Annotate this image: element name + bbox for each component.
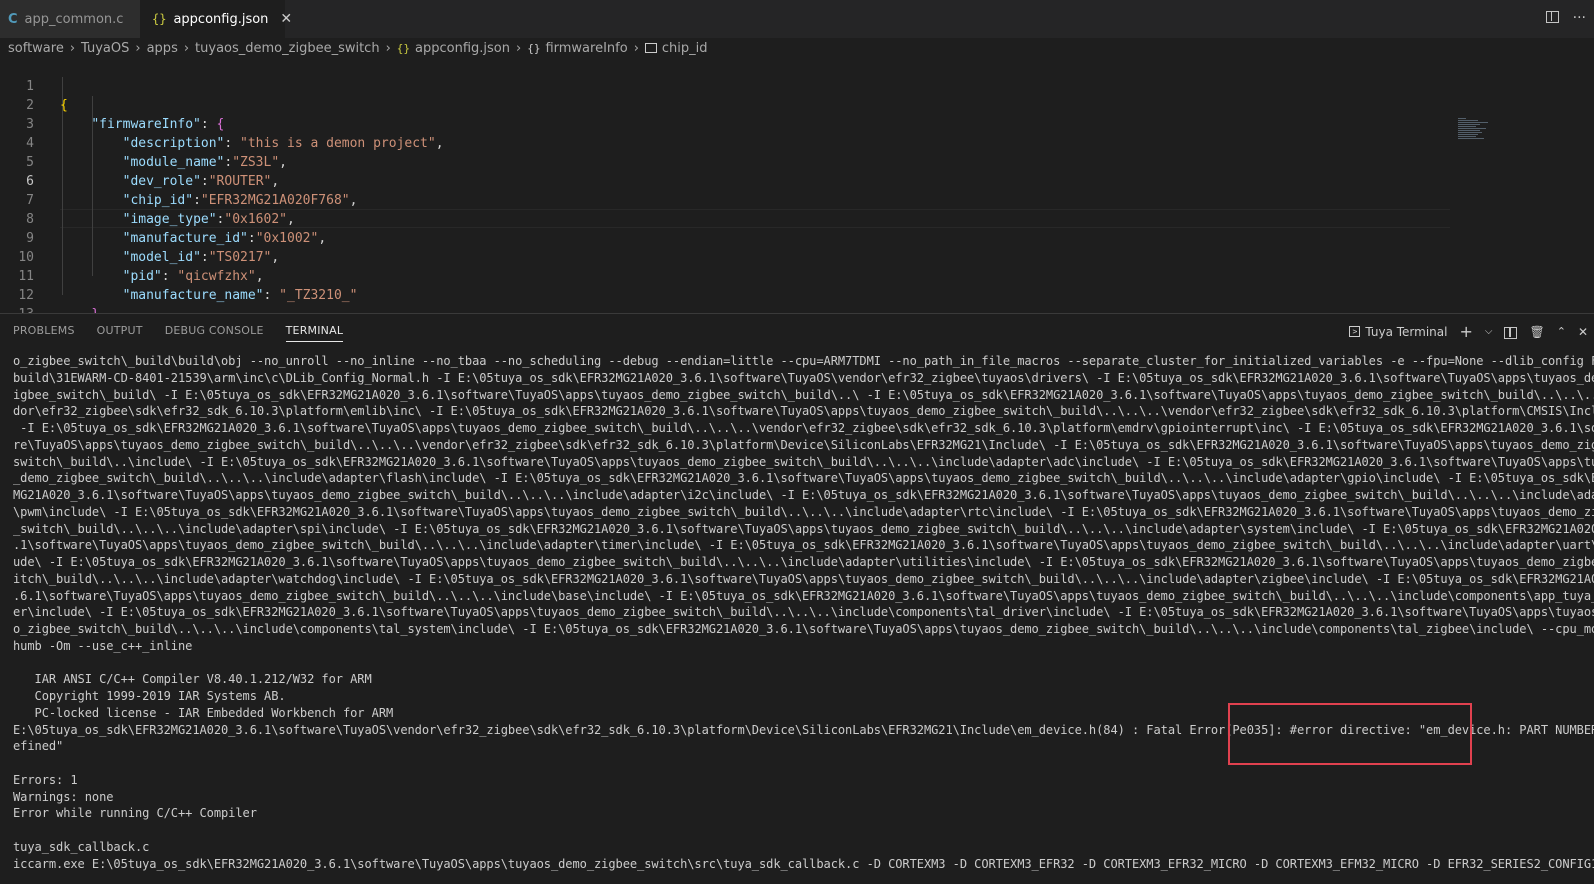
breadcrumb-separator: › <box>135 40 141 56</box>
breadcrumb-separator: › <box>516 40 522 56</box>
breadcrumb-item[interactable]: software <box>8 41 64 56</box>
code-line: 4 "module_name":"ZS3L", <box>0 115 287 170</box>
breadcrumb-item[interactable]: chip_id <box>662 41 708 56</box>
json-value: "ROUTER" <box>208 174 272 189</box>
chevron-down-icon[interactable]: ⌵ <box>1485 326 1493 337</box>
bottom-panel: PROBLEMS OUTPUT DEBUG CONSOLE TERMINAL >… <box>0 313 1594 884</box>
tab-output[interactable]: OUTPUT <box>97 324 143 342</box>
json-value: "TS0217" <box>208 250 272 265</box>
json-file-icon: {} <box>396 41 411 55</box>
json-value: "qicwfzhx" <box>177 269 256 284</box>
json-value: "0x1602" <box>224 212 287 227</box>
close-icon[interactable]: ✕ <box>280 11 292 27</box>
tab-app-common-c[interactable]: C app_common.c <box>0 0 140 38</box>
json-key: "pid" <box>122 269 162 284</box>
breadcrumb-item[interactable]: TuyaOS <box>81 41 129 56</box>
editor-actions: ··· <box>1545 10 1586 26</box>
terminal-icon: > <box>1349 326 1361 337</box>
json-key: "manufacture_name" <box>122 288 264 303</box>
tab-appconfig-json[interactable]: {} appconfig.json ✕ <box>140 0 292 38</box>
json-value: "ZS3L" <box>232 155 280 170</box>
error-highlight-box <box>1228 703 1472 765</box>
panel-actions: > Tuya Terminal + ⌵ 🗑 ⌃ ✕ <box>1349 322 1588 341</box>
open-brace: { <box>216 117 225 132</box>
trash-icon[interactable]: 🗑 <box>1529 325 1544 339</box>
json-value: "0x1002" <box>255 231 319 246</box>
code-line: 13 } <box>0 286 34 313</box>
json-key: "module_name" <box>122 155 225 170</box>
field-icon <box>644 43 657 53</box>
code-line: 3 "description": "this is a demon projec… <box>0 96 443 151</box>
tab-terminal[interactable]: TERMINAL <box>285 324 344 342</box>
editor-tab-bar: C app_common.c {} appconfig.json ✕ ··· <box>0 0 1594 38</box>
breadcrumb-item[interactable]: firmwareInfo <box>545 41 627 56</box>
code-line: 1 { <box>0 58 68 113</box>
code-editor[interactable]: 1 { 2 "firmwareInfo": { 3 "description":… <box>0 58 1594 313</box>
open-brace: { <box>60 98 68 113</box>
close-panel-icon[interactable]: ✕ <box>1578 325 1588 339</box>
breadcrumb-separator: › <box>183 40 190 56</box>
code-line: 9 "model_id":"TS0217", <box>0 210 279 265</box>
terminal-output[interactable]: o_zigbee_switch\_build\build\obj --no_un… <box>13 353 1594 872</box>
code-line: 2 "firmwareInfo": { <box>0 77 224 132</box>
breadcrumb-item[interactable]: tuyaos_demo_zigbee_switch <box>195 41 380 56</box>
tab-debug-console[interactable]: DEBUG CONSOLE <box>165 324 264 342</box>
split-terminal-icon[interactable] <box>1504 326 1518 339</box>
more-actions-icon[interactable]: ··· <box>1573 10 1586 26</box>
json-key: "firmwareInfo" <box>91 117 201 132</box>
minimap[interactable] <box>1458 118 1538 148</box>
breadcrumb-item[interactable]: appconfig.json <box>415 41 510 56</box>
c-file-icon: C <box>8 11 18 27</box>
terminal-name: Tuya Terminal <box>1365 324 1448 339</box>
json-key: "description" <box>122 136 225 151</box>
split-editor-icon[interactable] <box>1545 11 1559 23</box>
json-key: "dev_role" <box>122 174 201 189</box>
code-line: 11 "manufacture_name": "_TZ3210_" <box>0 248 357 303</box>
code-line: 5 "dev_role":"ROUTER", <box>0 134 279 189</box>
json-file-icon: {} <box>152 12 167 26</box>
json-value: "_TZ3210_" <box>279 288 358 303</box>
code-line-current: 6 "chip_id":"EFR32MG21A020F768", <box>0 153 357 208</box>
breadcrumb-item[interactable]: apps <box>147 41 178 56</box>
breadcrumb-separator: › <box>385 40 391 56</box>
maximize-panel-icon[interactable]: ⌃ <box>1557 325 1566 338</box>
breadcrumb: software › TuyaOS › apps › tuyaos_demo_z… <box>8 38 708 58</box>
terminal-selector[interactable]: > Tuya Terminal <box>1349 325 1447 339</box>
panel-tabs: PROBLEMS OUTPUT DEBUG CONSOLE TERMINAL <box>13 324 365 342</box>
code-line: 7 "image_type":"0x1602", <box>0 172 295 227</box>
json-value: "this is a demon project" <box>240 136 436 151</box>
tab-label: appconfig.json <box>173 11 269 27</box>
code-line: 12 } <box>0 267 99 313</box>
code-line: 14 <box>0 305 31 313</box>
add-terminal-icon[interactable]: + <box>1459 322 1472 341</box>
json-key: "model_id" <box>122 250 201 265</box>
json-value: "EFR32MG21A020F768" <box>200 193 350 208</box>
tab-label: app_common.c <box>24 11 124 27</box>
json-key: "image_type" <box>122 212 217 227</box>
breadcrumb-separator: › <box>69 40 76 56</box>
code-line: 8 "manufacture_id":"0x1002", <box>0 191 326 246</box>
object-icon: {} <box>527 41 541 55</box>
breadcrumb-separator: › <box>633 40 639 56</box>
tab-problems[interactable]: PROBLEMS <box>13 324 75 342</box>
json-key: "manufacture_id" <box>122 231 248 246</box>
json-key: "chip_id" <box>122 193 194 208</box>
code-line: 10 "pid": "qicwfzhx", <box>0 229 263 284</box>
